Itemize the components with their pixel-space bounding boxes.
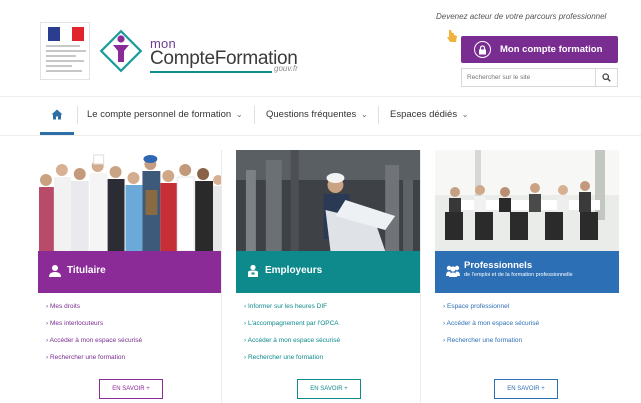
en-savoir-plus-button[interactable]: EN SAVOIR +: [494, 379, 558, 399]
card-title: Employeurs: [265, 265, 323, 276]
link-mes-interlocuteurs[interactable]: › Mes interlocuteurs: [46, 320, 103, 327]
meeting-room-photo: [435, 150, 619, 251]
chevron-down-icon: ⌄: [461, 110, 469, 119]
link-espace-professionnel[interactable]: › Espace professionnel: [443, 303, 509, 310]
card-employeurs-header[interactable]: Employeurs: [236, 251, 420, 293]
brand-underline: [150, 71, 272, 73]
nav-item-label: Le compte personnel de formation: [87, 109, 232, 120]
nav-item-label: Questions fréquentes: [266, 109, 357, 120]
card-subtitle: de l'emploi et de la formation professio…: [464, 272, 573, 278]
en-savoir-plus-button[interactable]: EN SAVOIR +: [297, 379, 361, 399]
chevron-down-icon: ⌄: [360, 110, 368, 119]
link-rechercher-formation[interactable]: › Rechercher une formation: [443, 337, 522, 344]
search-icon: [602, 73, 611, 82]
card-titulaire: Titulaire › Mes droits › Mes interlocute…: [38, 150, 222, 403]
chevron-down-icon: ⌄: [235, 110, 243, 119]
link-rechercher-formation[interactable]: › Rechercher une formation: [46, 354, 125, 361]
link-label: Accéder à mon espace sécurisé: [446, 320, 540, 327]
link-label: Rechercher une formation: [49, 354, 126, 361]
link-espace-securise[interactable]: › Accéder à mon espace sécurisé: [244, 337, 340, 344]
lock-icon: [474, 41, 491, 58]
pointing-hand-icon: [447, 30, 457, 42]
link-label: Mes interlocuteurs: [49, 320, 104, 327]
card-titulaire-header[interactable]: Titulaire: [38, 251, 221, 293]
nav-separator: [254, 106, 255, 124]
tagline: Devenez acteur de votre parcours profess…: [436, 12, 607, 21]
building-user-icon: [248, 264, 258, 277]
brand-gouv: gouv.fr: [274, 64, 298, 73]
link-label: Espace professionnel: [446, 303, 510, 310]
user-icon: [49, 265, 61, 277]
ministry-text-lines: [46, 45, 86, 75]
link-label: Informer sur les heures DIF: [247, 303, 328, 310]
moncompteformation-logo-icon[interactable]: [98, 28, 144, 74]
search-button[interactable]: [596, 68, 618, 87]
french-flag-icon: [48, 27, 84, 41]
nav-item-questions[interactable]: Questions fréquentes ⌄: [266, 109, 368, 120]
nav-separator: [378, 106, 379, 124]
link-accompagnement-opca[interactable]: › L'accompagnement par l'OPCA: [244, 320, 339, 327]
link-label: L'accompagnement par l'OPCA: [247, 320, 339, 327]
mon-compte-formation-label: Mon compte formation: [500, 44, 603, 55]
main-nav: Le compte personnel de formation ⌄ Quest…: [0, 96, 641, 136]
workers-group-photo: [38, 150, 221, 251]
link-label: Mes droits: [49, 303, 80, 310]
link-mes-droits[interactable]: › Mes droits: [46, 303, 80, 310]
nav-separator: [77, 106, 78, 124]
link-label: Rechercher une formation: [446, 337, 523, 344]
card-employeurs: Employeurs › Informer sur les heures DIF…: [236, 150, 421, 403]
card-title: Titulaire: [67, 265, 106, 276]
home-icon: [51, 109, 63, 120]
site-header: mon CompteFormation gouv.fr Devenez acte…: [0, 0, 641, 96]
nav-home[interactable]: [40, 97, 74, 135]
nav-item-compte-personnel[interactable]: Le compte personnel de formation ⌄: [87, 109, 243, 120]
link-heures-dif[interactable]: › Informer sur les heures DIF: [244, 303, 327, 310]
republique-francaise-logo[interactable]: [40, 22, 90, 80]
link-rechercher-formation[interactable]: › Rechercher une formation: [244, 354, 323, 361]
link-label: Accéder à mon espace sécurisé: [247, 337, 341, 344]
link-espace-securise[interactable]: › Accéder à mon espace sécurisé: [46, 337, 142, 344]
en-savoir-plus-button[interactable]: EN SAVOIR +: [99, 379, 163, 399]
link-label: Accéder à mon espace sécurisé: [49, 337, 143, 344]
link-label: Rechercher une formation: [247, 354, 324, 361]
link-espace-securise[interactable]: › Accéder à mon espace sécurisé: [443, 320, 539, 327]
nav-item-label: Espaces dédiés: [390, 109, 458, 120]
group-icon: [446, 265, 460, 277]
card-professionnels: Professionnels de l'emploi et de la form…: [435, 150, 619, 403]
site-search-input[interactable]: [461, 68, 596, 87]
card-professionnels-header[interactable]: Professionnels de l'emploi et de la form…: [435, 251, 619, 293]
card-title: Professionnels: [464, 260, 533, 271]
factory-engineer-photo: [236, 150, 420, 251]
nav-item-espaces[interactable]: Espaces dédiés ⌄: [390, 109, 468, 120]
